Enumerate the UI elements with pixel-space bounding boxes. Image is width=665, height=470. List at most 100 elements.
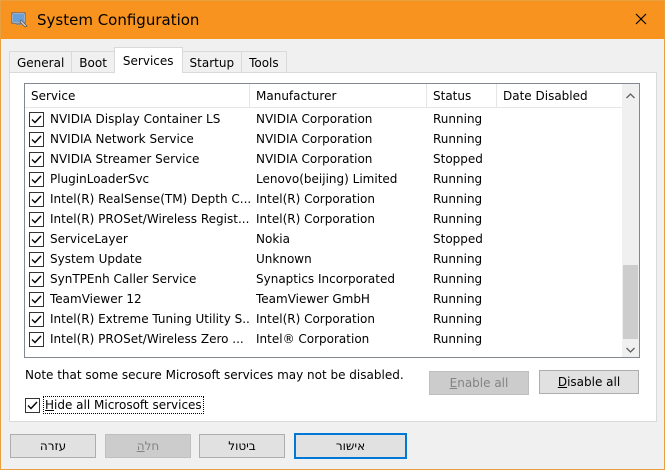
service-checkbox[interactable] [29, 191, 44, 207]
table-row[interactable]: PluginLoaderSvc Lenovo(beijing) Limited Ru… [25, 169, 622, 189]
status-cell: Running [433, 172, 483, 186]
close-button[interactable] [618, 1, 664, 39]
tab-boot[interactable]: Boot [71, 51, 115, 73]
date-disabled-cell [497, 329, 622, 349]
scroll-down-button[interactable] [622, 340, 639, 357]
close-icon [635, 13, 647, 28]
status-cell: Running [433, 272, 483, 286]
tab-tools[interactable]: Tools [241, 51, 287, 73]
service-checkbox[interactable] [29, 231, 44, 247]
table-row[interactable]: Intel(R) Extreme Tuning Utility S... Inte… [25, 309, 622, 329]
tab-strip: General Boot Services Startup Tools [9, 47, 287, 73]
manufacturer-cell: NVIDIA Corporation [256, 152, 373, 166]
service-cell: Intel(R) PROSet/Wireless Regist... [25, 209, 250, 229]
tab-general[interactable]: General [9, 51, 73, 73]
enable-all-label: nable all [457, 376, 509, 390]
service-checkbox[interactable] [29, 331, 44, 347]
chevron-up-icon [626, 88, 635, 102]
manufacturer-cell: NVIDIA Corporation [256, 132, 373, 146]
table-row[interactable]: NVIDIA Network Service NVIDIA Corporation… [25, 129, 622, 149]
service-cell: NVIDIA Streamer Service [25, 149, 250, 169]
service-cell: SynTPEnh Caller Service [25, 269, 250, 289]
table-row[interactable]: Intel(R) RealSense(TM) Depth C... Intel(R… [25, 189, 622, 209]
date-disabled-cell [497, 169, 622, 189]
list-header: Service Manufacturer Status Date Disable… [25, 84, 622, 108]
window-title: System Configuration [37, 11, 200, 29]
ok-button[interactable]: אישור [294, 433, 407, 459]
status-cell: Stopped [433, 152, 483, 166]
service-checkbox[interactable] [29, 131, 44, 147]
table-row[interactable]: TeamViewer 12 TeamViewer GmbH Running [25, 289, 622, 309]
manufacturer-cell: Nokia [256, 232, 290, 246]
manufacturer-cell: Synaptics Incorporated [256, 272, 395, 286]
disable-all-label: isable all [567, 375, 621, 389]
date-disabled-cell [497, 249, 622, 269]
table-row[interactable]: System Update Unknown Running [25, 249, 622, 269]
apply-label: חל [144, 439, 160, 453]
enable-all-mnemonic: E [449, 376, 458, 390]
enable-all-button[interactable]: Enable all [429, 371, 529, 395]
table-row[interactable]: ServiceLayer Nokia Stopped [25, 229, 622, 249]
table-row[interactable]: SynTPEnh Caller Service Synaptics Incorpo… [25, 269, 622, 289]
manufacturer-cell: NVIDIA Corporation [256, 112, 373, 126]
service-checkbox[interactable] [29, 111, 44, 127]
status-cell: Running [433, 332, 483, 346]
manufacturer-cell: Intel® Corporation [256, 332, 370, 346]
service-checkbox[interactable] [29, 271, 44, 287]
disable-all-mnemonic: D [557, 375, 568, 389]
service-checkbox[interactable] [29, 311, 44, 327]
column-service[interactable]: Service [25, 84, 250, 108]
column-status[interactable]: Status [427, 84, 497, 108]
status-cell: Running [433, 312, 483, 326]
checkmark-icon [31, 295, 42, 304]
checkmark-icon [31, 175, 42, 184]
apply-button[interactable]: ה חל [105, 434, 191, 458]
service-name: Intel(R) Extreme Tuning Utility S... [50, 312, 250, 326]
table-row[interactable]: Intel(R) PROSet/Wireless Regist... Intel(… [25, 209, 622, 229]
tab-services[interactable]: Services [113, 47, 183, 73]
scroll-thumb[interactable] [623, 265, 638, 339]
title-bar[interactable]: System Configuration [1, 1, 664, 39]
date-disabled-cell [497, 189, 622, 209]
service-name: NVIDIA Display Container LS [50, 112, 221, 126]
status-cell: Running [433, 212, 483, 226]
service-checkbox[interactable] [29, 251, 44, 267]
date-disabled-cell [497, 289, 622, 309]
hide-label-rest: ide all Microsoft services [54, 398, 202, 412]
secure-services-note: Note that some secure Microsoft services… [25, 368, 404, 382]
date-disabled-cell [497, 129, 622, 149]
service-checkbox[interactable] [29, 211, 44, 227]
hide-microsoft-checkbox[interactable] [25, 397, 40, 413]
date-disabled-cell [497, 309, 622, 329]
table-row[interactable]: NVIDIA Display Container LS NVIDIA Corpor… [25, 109, 622, 129]
service-checkbox[interactable] [29, 291, 44, 307]
column-date-disabled[interactable]: Date Disabled [497, 84, 622, 108]
services-list[interactable]: Service Manufacturer Status Date Disable… [24, 83, 640, 358]
hide-microsoft-label: Hide all Microsoft services [43, 396, 204, 414]
service-cell: NVIDIA Network Service [25, 129, 250, 149]
help-button[interactable]: עזרה [10, 434, 96, 458]
scroll-up-button[interactable] [622, 86, 639, 103]
chevron-down-icon [626, 342, 635, 356]
vertical-scrollbar[interactable] [622, 84, 639, 357]
service-name: PluginLoaderSvc [50, 172, 150, 186]
msconfig-icon [11, 11, 28, 28]
date-disabled-cell [497, 209, 622, 229]
checkmark-icon [31, 155, 42, 164]
service-cell: NVIDIA Display Container LS [25, 109, 250, 129]
column-manufacturer[interactable]: Manufacturer [250, 84, 427, 108]
tab-startup[interactable]: Startup [181, 51, 243, 73]
status-cell: Running [433, 112, 483, 126]
table-row[interactable]: NVIDIA Streamer Service NVIDIA Corporatio… [25, 149, 622, 169]
service-checkbox[interactable] [29, 151, 44, 167]
checkmark-icon [31, 135, 42, 144]
service-name: NVIDIA Streamer Service [50, 152, 200, 166]
checkmark-icon [31, 215, 42, 224]
hide-mnemonic: H [45, 398, 55, 412]
hide-microsoft-services[interactable]: Hide all Microsoft services [25, 396, 204, 414]
table-row[interactable]: Intel(R) PROSet/Wireless Zero ... Intel® … [25, 329, 622, 349]
disable-all-button[interactable]: Disable all [539, 370, 639, 394]
service-checkbox[interactable] [29, 171, 44, 187]
checkmark-icon [31, 255, 42, 264]
cancel-button[interactable]: ביטול [199, 434, 285, 458]
